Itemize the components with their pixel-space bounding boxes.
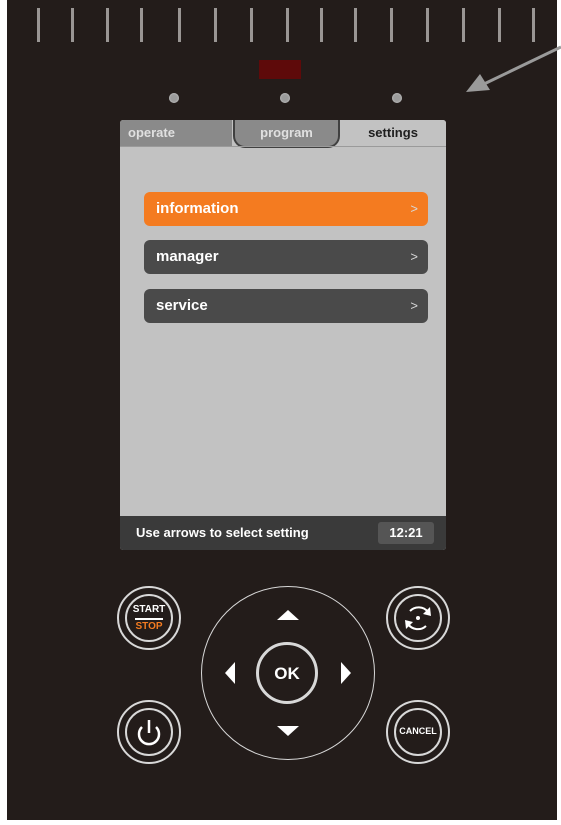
arrow-down-icon[interactable] [277,726,299,736]
chevron-right-icon: > [410,298,418,313]
tab-settings[interactable]: settings [340,120,446,146]
stop-label: STOP [135,621,163,632]
tab-program[interactable]: program [233,120,340,148]
arrow-left-icon[interactable] [225,662,235,684]
ok-label: OK [274,664,300,683]
annotation-arrow [466,45,561,92]
ok-button[interactable]: OK [256,642,318,704]
start-stop-divider [135,618,163,620]
status-hint: Use arrows to select setting [136,525,309,540]
lcd-screen: operate program settings information > m… [120,120,446,550]
arrow-up-icon[interactable] [277,610,299,620]
power-button[interactable] [117,700,181,764]
refresh-icon [405,606,431,631]
status-bar: Use arrows to select setting 12:21 [120,516,446,550]
chevron-right-icon: > [410,249,418,264]
menu-item-label: information [156,200,239,217]
cancel-button[interactable]: CANCEL [386,700,450,764]
clock-display: 12:21 [378,522,434,544]
arrow-right-icon[interactable] [341,662,351,684]
start-stop-button[interactable]: START STOP [117,586,181,650]
start-label: START [132,604,166,615]
power-icon [137,720,161,746]
menu-item-information[interactable]: information > [144,192,428,226]
menu-item-service[interactable]: service > [144,289,428,323]
refresh-button[interactable] [386,586,450,650]
menu-item-label: service [156,297,208,314]
tab-operate[interactable]: operate [120,120,232,146]
menu-item-label: manager [156,248,219,265]
menu-item-manager[interactable]: manager > [144,240,428,274]
cancel-label: CANCEL [399,726,437,736]
chevron-right-icon: > [410,201,418,216]
tab-divider [120,146,446,147]
